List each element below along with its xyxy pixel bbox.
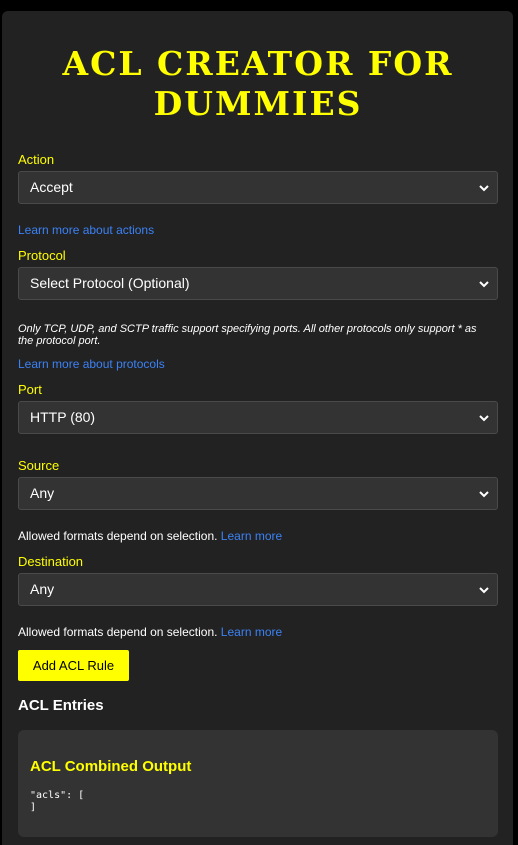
port-select-value: HTTP (80) (30, 409, 96, 425)
chevron-down-icon (479, 491, 489, 498)
acl-output-code: "acls": [ ] (30, 790, 85, 813)
destination-label: Destination (18, 554, 84, 569)
protocol-select[interactable]: Select Protocol (Optional) (18, 267, 498, 300)
port-select[interactable]: HTTP (80) (18, 401, 498, 434)
acl-output-box: ACL Combined Output "acls": [ ] (18, 730, 498, 837)
acl-entries-heading: ACL Entries (18, 697, 104, 714)
source-select-value: Any (30, 485, 55, 501)
destination-helper-message: Allowed formats depend on selection. (18, 625, 218, 639)
source-helper-message: Allowed formats depend on selection. (18, 529, 218, 543)
chevron-down-icon (479, 415, 489, 422)
learn-more-actions-link[interactable]: Learn more about actions (18, 223, 154, 238)
destination-learn-more-link[interactable]: Learn more (221, 625, 282, 639)
source-label: Source (18, 458, 60, 473)
source-helper-text: Allowed formats depend on selection. Lea… (18, 529, 282, 544)
source-select[interactable]: Any (18, 477, 498, 510)
port-label: Port (18, 382, 42, 397)
protocol-port-note: Only TCP, UDP, and SCTP traffic support … (18, 323, 477, 347)
learn-more-protocols-link[interactable]: Learn more about protocols (18, 357, 165, 372)
action-label: Action (18, 152, 55, 167)
chevron-down-icon (479, 281, 489, 288)
destination-helper-text: Allowed formats depend on selection. Lea… (18, 625, 282, 640)
page-title: ACL CREATOR FOR DUMMIES (62, 44, 454, 123)
source-learn-more-link[interactable]: Learn more (221, 529, 282, 543)
action-select-value: Accept (30, 179, 73, 195)
chevron-down-icon (479, 587, 489, 594)
destination-select-value: Any (30, 581, 55, 597)
add-acl-rule-button[interactable]: Add ACL Rule (18, 650, 129, 681)
acl-output-title: ACL Combined Output (30, 758, 192, 775)
protocol-select-value: Select Protocol (Optional) (30, 275, 190, 291)
protocol-label: Protocol (18, 248, 66, 263)
action-select[interactable]: Accept (18, 171, 498, 204)
destination-select[interactable]: Any (18, 573, 498, 606)
chevron-down-icon (479, 185, 489, 192)
